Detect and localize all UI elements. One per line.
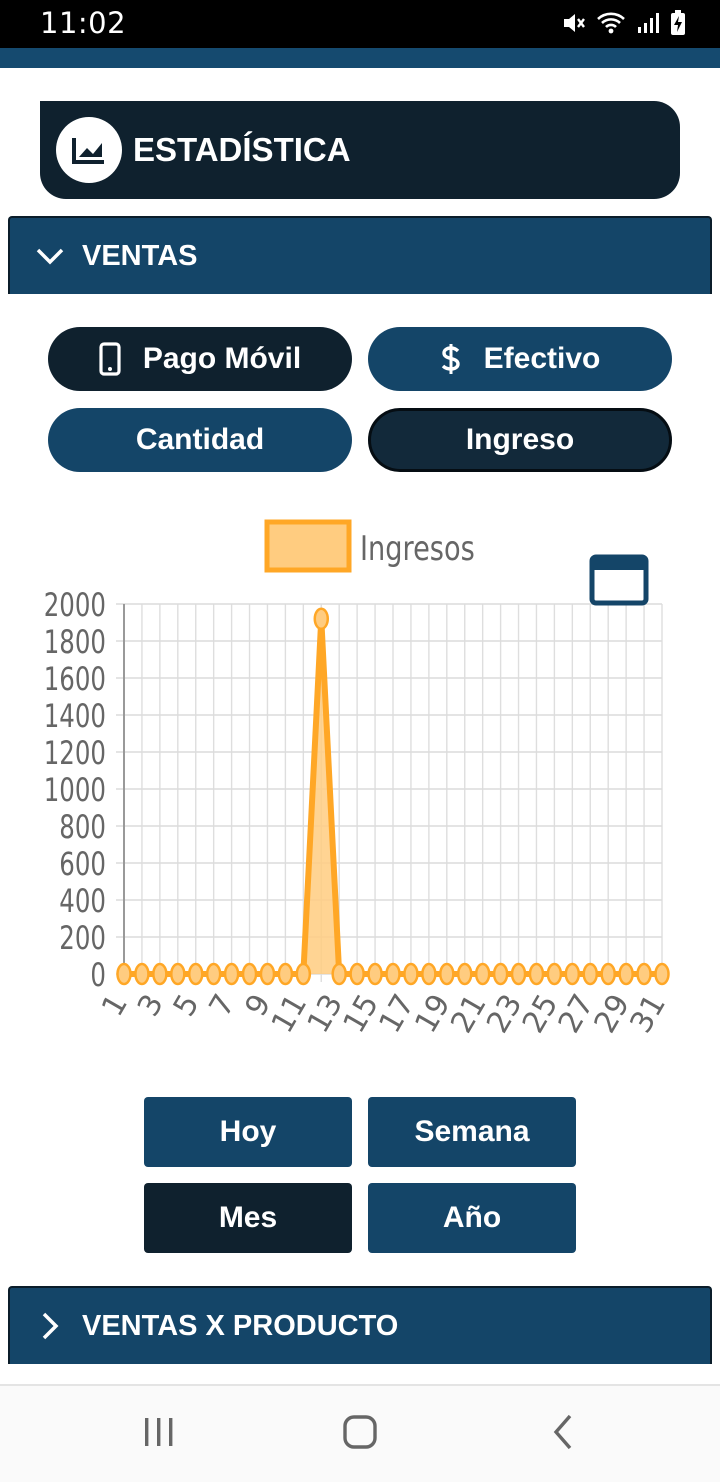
data-point [241, 962, 258, 986]
data-point [223, 962, 240, 986]
ingreso-button[interactable]: Ingreso [368, 408, 672, 472]
system-nav-bar [0, 1384, 720, 1482]
section-ventas-header[interactable]: VENTAS [8, 216, 712, 294]
smartphone-icon [99, 342, 121, 376]
x-tick-label: 31 [624, 989, 673, 1040]
top-strip [0, 48, 720, 68]
legend-swatch [264, 519, 352, 573]
cantidad-button[interactable]: Cantidad [48, 408, 352, 472]
data-point [439, 962, 455, 986]
x-tick-label: 5 [167, 989, 207, 1023]
pago-movil-button[interactable]: Pago Móvil [48, 327, 352, 391]
y-tick-label: 200 [59, 920, 106, 958]
mute-icon [564, 14, 585, 32]
data-point [403, 962, 419, 986]
status-bar: 11:02 [0, 0, 720, 48]
data-point [421, 962, 437, 986]
data-point [134, 962, 150, 986]
ingresos-chart: 0 200 400 600 800 1000 1200 1400 1600 1800 2000 1 3 5… [0, 500, 720, 1070]
data-point [492, 962, 509, 986]
dollar-icon [440, 342, 462, 376]
data-point [385, 962, 401, 986]
data-point [277, 962, 294, 986]
data-point [331, 962, 347, 986]
data-point [474, 962, 491, 986]
data-point [116, 962, 132, 986]
signal-icon [638, 13, 659, 33]
y-tick-label: 600 [59, 846, 106, 884]
y-tick-label: 1800 [44, 624, 106, 662]
data-point [582, 962, 599, 986]
cantidad-label: Cantidad [135, 423, 265, 456]
y-tick-label: 1000 [44, 772, 106, 810]
status-icons [560, 10, 686, 36]
y-tick-label: 1200 [44, 735, 106, 773]
y-tick-label: 800 [59, 809, 106, 847]
y-tick-label: 1600 [44, 661, 106, 699]
efectivo-label: Efectivo [483, 342, 601, 375]
data-point [187, 962, 204, 986]
data-point [600, 962, 616, 986]
anio-label: Año [442, 1201, 502, 1234]
chart-area-icon [72, 138, 104, 164]
semana-label: Semana [414, 1115, 530, 1148]
chart-canvas: 0200400600800100012001400160018002000135… [44, 519, 673, 1040]
x-tick-label: 1 [95, 989, 135, 1023]
x-tick-label: 3 [131, 989, 171, 1023]
y-tick-label: 1400 [44, 698, 106, 736]
data-point [170, 962, 186, 986]
data-point [313, 607, 330, 631]
mes-button[interactable]: Mes [144, 1183, 352, 1253]
page-header: ESTADÍSTICA [40, 101, 680, 199]
data-point [349, 962, 365, 986]
mes-label: Mes [218, 1201, 278, 1234]
hoy-button[interactable]: Hoy [144, 1097, 352, 1167]
hoy-label: Hoy [219, 1115, 277, 1148]
chevron-right-icon [42, 1312, 59, 1340]
section-ventas-producto-title: VENTAS X PRODUCTO [82, 1309, 399, 1342]
fullscreen-icon-bar [592, 557, 646, 570]
data-point [636, 962, 652, 986]
section-ventas-title: VENTAS [82, 239, 198, 272]
data-point [259, 962, 276, 986]
data-point [564, 962, 581, 986]
header-icon-badge [56, 117, 122, 183]
wifi-icon [597, 12, 625, 34]
data-point [546, 962, 563, 986]
data-point [654, 962, 670, 986]
data-point [367, 962, 383, 986]
x-tick-label: 7 [203, 989, 243, 1023]
legend-label: Ingresos [360, 529, 475, 569]
chevron-down-icon [36, 248, 64, 265]
recent-apps-icon[interactable] [142, 1412, 176, 1452]
section-ventas-producto-header[interactable]: VENTAS X PRODUCTO [8, 1286, 712, 1364]
data-point [510, 962, 527, 986]
page-title: ESTADÍSTICA [133, 131, 351, 168]
data-point [205, 962, 222, 986]
pago-movil-label: Pago Móvil [142, 342, 302, 375]
semana-button[interactable]: Semana [368, 1097, 576, 1167]
efectivo-button[interactable]: Efectivo [368, 327, 672, 391]
back-icon[interactable] [548, 1412, 578, 1452]
home-icon[interactable] [340, 1412, 380, 1452]
status-time: 11:02 [40, 6, 127, 40]
data-point [295, 962, 312, 986]
anio-button[interactable]: Año [368, 1183, 576, 1253]
data-point [456, 962, 473, 986]
y-tick-label: 2000 [44, 587, 106, 625]
data-point [528, 962, 545, 986]
data-point [152, 962, 168, 986]
y-tick-label: 400 [59, 883, 106, 921]
ingreso-label: Ingreso [465, 423, 575, 456]
battery-charging-icon [671, 10, 685, 35]
data-point [618, 962, 634, 986]
